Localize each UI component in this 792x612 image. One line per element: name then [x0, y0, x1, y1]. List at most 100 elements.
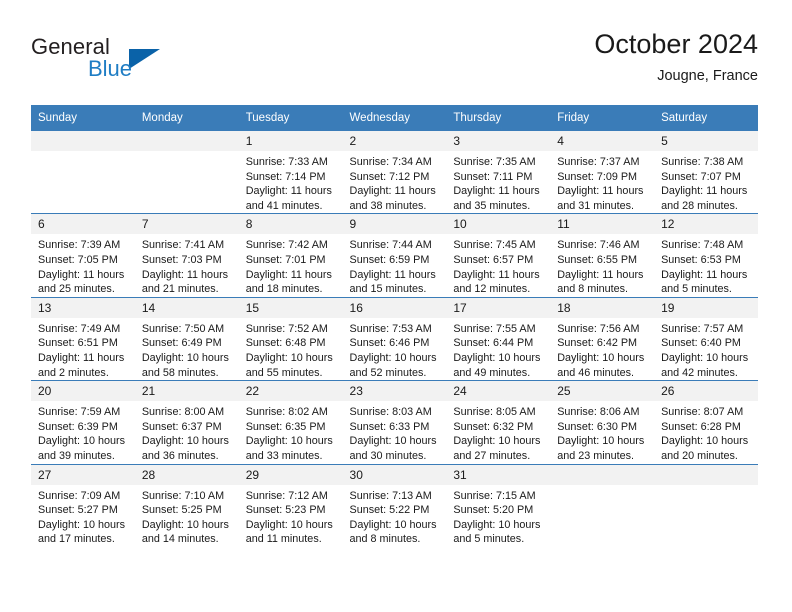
calendar-day-cell-empty — [134, 131, 239, 214]
daylight-text-line2: and 30 minutes. — [349, 449, 427, 462]
day-sun-info: Sunrise: 7:41 AM Sunset: 7:03 PM Daylight:… — [135, 234, 239, 296]
sunrise-text: Sunrise: 8:06 AM — [557, 406, 640, 419]
daylight-text-line1: Daylight: 10 hours — [38, 435, 126, 448]
day-sun-info: Sunrise: 7:55 AM Sunset: 6:44 PM Daylight:… — [446, 318, 550, 380]
sunrise-text: Sunrise: 7:50 AM — [141, 322, 225, 335]
daylight-text-line1: Daylight: 10 hours — [245, 518, 333, 531]
day-number — [31, 131, 135, 151]
sunset-text: Sunset: 5:25 PM — [141, 504, 222, 517]
calendar-day-cell[interactable]: 26 Sunrise: 8:07 AM Sunset: 6:28 PM Dayligh… — [654, 380, 758, 464]
sunrise-text: Sunrise: 7:34 AM — [349, 156, 432, 168]
day-sun-info: Sunrise: 7:59 AM Sunset: 6:39 PM Daylight:… — [31, 401, 135, 463]
day-number: 5 — [654, 131, 758, 151]
calendar-day-cell[interactable]: 27 Sunrise: 7:09 AM Sunset: 5:27 PM Dayligh… — [31, 463, 135, 547]
sunset-text: Sunset: 6:35 PM — [245, 420, 326, 433]
sunrise-text: Sunrise: 8:03 AM — [349, 406, 432, 419]
day-sun-info: Sunrise: 7:49 AM Sunset: 6:51 PM Daylight:… — [31, 318, 135, 380]
sunrise-text: Sunrise: 7:45 AM — [453, 239, 536, 252]
daylight-text-line2: and 27 minutes. — [453, 449, 531, 462]
day-sun-info: Sunrise: 7:09 AM Sunset: 5:27 PM Daylight:… — [31, 485, 135, 547]
sunrise-text: Sunrise: 8:00 AM — [141, 406, 225, 419]
calendar-day-cell[interactable]: 13 Sunrise: 7:49 AM Sunset: 6:51 PM Dayligh… — [31, 296, 135, 381]
sunset-text: Sunset: 6:32 PM — [453, 420, 534, 433]
calendar-day-cell[interactable]: 25 Sunrise: 8:06 AM Sunset: 6:30 PM Dayligh… — [550, 380, 655, 464]
calendar-day-cell[interactable]: 20 Sunrise: 7:59 AM Sunset: 6:39 PM Dayligh… — [31, 380, 135, 464]
daylight-text-line1: Daylight: 10 hours — [661, 435, 749, 448]
calendar-body: 1 Sunrise: 7:33 AM Sunset: 7:14 PM Daylight… — [31, 131, 758, 547]
calendar-day-cell[interactable]: 22 Sunrise: 8:02 AM Sunset: 6:35 PM Dayligh… — [238, 380, 343, 464]
daylight-text-line2: and 46 minutes. — [557, 366, 635, 379]
sunset-text: Sunset: 6:40 PM — [661, 337, 741, 350]
sunrise-text: Sunrise: 7:55 AM — [453, 322, 536, 335]
calendar-day-cell[interactable]: 5 Sunrise: 7:38 AM Sunset: 7:07 PM Daylight… — [654, 131, 758, 214]
calendar-day-cell[interactable]: 21 Sunrise: 8:00 AM Sunset: 6:37 PM Dayligh… — [134, 380, 239, 464]
calendar-day-cell[interactable]: 18 Sunrise: 7:56 AM Sunset: 6:42 PM Dayligh… — [550, 296, 655, 381]
daylight-text-line1: Daylight: 11 hours — [661, 268, 748, 281]
weekday-header-wednesday: Wednesday — [342, 105, 447, 131]
daylight-text-line2: and 8 minutes. — [557, 283, 629, 296]
weekday-header-thursday: Thursday — [446, 105, 551, 131]
sunset-text: Sunset: 6:44 PM — [453, 337, 534, 350]
day-sun-info: Sunrise: 7:15 AM Sunset: 5:20 PM Daylight:… — [446, 485, 550, 547]
calendar-week-row: 20 Sunrise: 7:59 AM Sunset: 6:39 PM Dayligh… — [31, 380, 758, 464]
daylight-text-line2: and 5 minutes. — [661, 283, 732, 296]
calendar-day-cell[interactable]: 16 Sunrise: 7:53 AM Sunset: 6:46 PM Dayligh… — [342, 296, 447, 381]
calendar-day-cell[interactable]: 28 Sunrise: 7:10 AM Sunset: 5:25 PM Dayligh… — [134, 463, 239, 547]
calendar-day-cell[interactable]: 2 Sunrise: 7:34 AM Sunset: 7:12 PM Daylight… — [342, 131, 447, 214]
daylight-text-line1: Daylight: 10 hours — [453, 435, 541, 448]
day-number: 2 — [342, 131, 447, 151]
title-block: October 2024 Jougne, France — [594, 28, 758, 86]
sunrise-text: Sunrise: 7:09 AM — [38, 489, 121, 502]
day-number: 26 — [654, 381, 758, 402]
calendar-day-cell[interactable]: 29 Sunrise: 7:12 AM Sunset: 5:23 PM Dayligh… — [238, 463, 343, 547]
calendar-day-cell[interactable]: 6 Sunrise: 7:39 AM Sunset: 7:05 PM Daylight… — [31, 213, 135, 298]
daylight-text-line2: and 28 minutes. — [661, 199, 738, 212]
sunset-text: Sunset: 6:49 PM — [141, 337, 222, 350]
day-number: 16 — [342, 297, 447, 318]
daylight-text-line2: and 2 minutes. — [38, 366, 109, 379]
day-sun-info: Sunrise: 8:06 AM Sunset: 6:30 PM Daylight:… — [550, 401, 654, 463]
calendar-day-cell[interactable]: 12 Sunrise: 7:48 AM Sunset: 6:53 PM Dayligh… — [654, 213, 758, 298]
calendar-day-cell[interactable]: 30 Sunrise: 7:13 AM Sunset: 5:22 PM Dayligh… — [342, 463, 447, 547]
calendar-day-cell[interactable]: 11 Sunrise: 7:46 AM Sunset: 6:55 PM Dayligh… — [550, 213, 655, 298]
day-number: 31 — [446, 464, 551, 485]
calendar-day-cell[interactable]: 31 Sunrise: 7:15 AM Sunset: 5:20 PM Dayligh… — [446, 463, 551, 547]
daylight-text-line1: Daylight: 11 hours — [38, 268, 125, 281]
calendar-day-cell[interactable]: 10 Sunrise: 7:45 AM Sunset: 6:57 PM Dayligh… — [446, 213, 551, 298]
calendar-day-cell[interactable]: 19 Sunrise: 7:57 AM Sunset: 6:40 PM Dayligh… — [654, 296, 758, 381]
daylight-text-line2: and 25 minutes. — [38, 283, 115, 296]
calendar-day-cell[interactable]: 24 Sunrise: 8:05 AM Sunset: 6:32 PM Dayligh… — [446, 380, 551, 464]
weekday-header-tuesday: Tuesday — [238, 105, 343, 131]
calendar-day-cell[interactable]: 7 Sunrise: 7:41 AM Sunset: 7:03 PM Daylight… — [134, 213, 239, 298]
daylight-text-line1: Daylight: 10 hours — [349, 351, 437, 364]
day-number: 11 — [550, 214, 655, 235]
daylight-text-line2: and 35 minutes. — [453, 199, 531, 212]
calendar-day-cell[interactable]: 3 Sunrise: 7:35 AM Sunset: 7:11 PM Daylight… — [446, 131, 551, 214]
calendar-day-cell[interactable]: 14 Sunrise: 7:50 AM Sunset: 6:49 PM Dayligh… — [134, 296, 239, 381]
calendar-week-row: 1 Sunrise: 7:33 AM Sunset: 7:14 PM Daylight… — [31, 131, 758, 214]
calendar-day-cell[interactable]: 1 Sunrise: 7:33 AM Sunset: 7:14 PM Daylight… — [238, 131, 343, 214]
day-number: 7 — [134, 214, 239, 235]
day-sun-info: Sunrise: 7:53 AM Sunset: 6:46 PM Daylight:… — [343, 318, 447, 380]
day-sun-info: Sunrise: 7:38 AM Sunset: 7:07 PM Daylight:… — [654, 151, 758, 213]
sunrise-text: Sunrise: 7:56 AM — [557, 322, 640, 335]
sunrise-text: Sunrise: 7:12 AM — [245, 489, 328, 502]
day-number: 18 — [550, 297, 655, 318]
sunrise-text: Sunrise: 8:05 AM — [453, 406, 536, 419]
calendar-day-cell[interactable]: 4 Sunrise: 7:37 AM Sunset: 7:09 PM Daylight… — [550, 131, 655, 214]
page-subtitle-location: Jougne, France — [657, 68, 758, 84]
sunset-text: Sunset: 6:48 PM — [245, 337, 326, 350]
day-number: 8 — [238, 214, 343, 235]
daylight-text-line2: and 42 minutes. — [661, 366, 738, 379]
calendar-day-cell[interactable]: 9 Sunrise: 7:44 AM Sunset: 6:59 PM Daylight… — [342, 213, 447, 298]
sunrise-text: Sunrise: 7:37 AM — [557, 156, 640, 168]
sunrise-text: Sunrise: 7:13 AM — [349, 489, 432, 502]
calendar-day-cell[interactable]: 17 Sunrise: 7:55 AM Sunset: 6:44 PM Dayligh… — [446, 296, 551, 381]
daylight-text-line1: Daylight: 10 hours — [38, 518, 126, 531]
sunrise-text: Sunrise: 7:39 AM — [38, 239, 121, 252]
daylight-text-line2: and 5 minutes. — [453, 533, 525, 546]
calendar-day-cell[interactable]: 15 Sunrise: 7:52 AM Sunset: 6:48 PM Dayligh… — [238, 296, 343, 381]
calendar-day-cell[interactable]: 8 Sunrise: 7:42 AM Sunset: 7:01 PM Daylight… — [238, 213, 343, 298]
sunset-text: Sunset: 6:42 PM — [557, 337, 638, 350]
calendar-day-cell[interactable]: 23 Sunrise: 8:03 AM Sunset: 6:33 PM Dayligh… — [342, 380, 447, 464]
